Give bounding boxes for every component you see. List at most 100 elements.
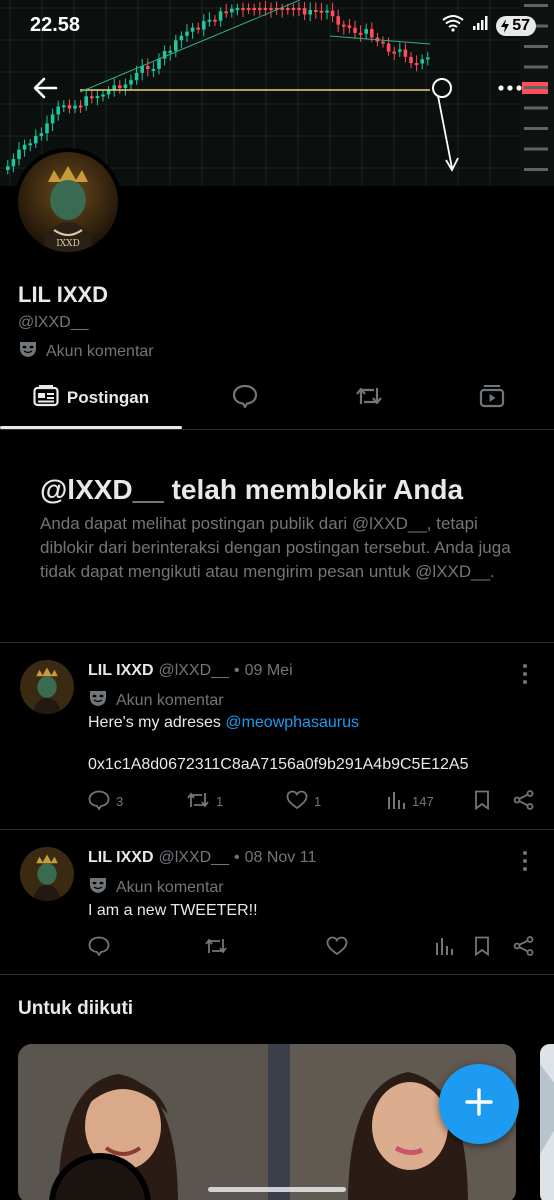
- banner-candle: [67, 105, 72, 109]
- banner-candle: [140, 66, 144, 73]
- like-button[interactable]: 1: [286, 790, 321, 813]
- mention-link[interactable]: @meowphasaurus: [225, 714, 359, 731]
- banner-candle: [56, 106, 60, 115]
- battery-level: 57: [512, 16, 530, 34]
- profile-name: LIL IXXD: [18, 282, 109, 307]
- heart-icon: [286, 790, 308, 813]
- reply-button[interactable]: [88, 936, 110, 959]
- bookmark-button[interactable]: [473, 936, 491, 959]
- suggestion-photo: [18, 1044, 516, 1200]
- tweet-text: Here's my adreses @meowphasaurus: [88, 714, 359, 732]
- like-button[interactable]: [326, 936, 348, 959]
- follow-suggestion-card[interactable]: [18, 1044, 516, 1200]
- banner-candle: [151, 68, 156, 71]
- tweet-avatar[interactable]: [20, 660, 74, 714]
- repost-icon: [355, 384, 383, 413]
- tab-replies[interactable]: [182, 368, 308, 428]
- wifi-icon: [442, 14, 464, 37]
- share-button[interactable]: [513, 936, 535, 959]
- profile-tabs: Postingan: [0, 368, 554, 430]
- status-bar: 22.58 57: [0, 0, 554, 52]
- badge-label: Akun komentar: [46, 342, 154, 360]
- profile-handle: @lXXD__: [18, 314, 89, 331]
- banner-candle: [34, 136, 38, 144]
- repost-button[interactable]: [204, 936, 228, 959]
- reply-count: 3: [116, 794, 124, 809]
- banner-candle: [90, 96, 94, 99]
- banner-candle: [78, 105, 83, 108]
- tweet[interactable]: LIL IXXD @lXXD__ • 09 Mei Akun komentar …: [0, 643, 554, 829]
- mask-icon: [88, 876, 108, 899]
- blocked-title: @lXXD__ telah memblokir Anda: [40, 474, 464, 505]
- profile-avatar[interactable]: IXXD: [14, 148, 122, 256]
- reply-icon: [88, 936, 110, 959]
- heart-icon: [326, 936, 348, 959]
- more-options-icon[interactable]: [496, 78, 524, 98]
- like-count: 1: [314, 794, 322, 809]
- compose-post-button[interactable]: [439, 1064, 519, 1144]
- back-arrow-icon[interactable]: [30, 74, 60, 102]
- banner-axis-tick-label: [524, 147, 548, 151]
- reply-icon: [232, 384, 258, 413]
- banner-axis-tick-label: [524, 106, 548, 110]
- tweet-date[interactable]: 08 Nov 11: [245, 849, 317, 867]
- banner-axis-tick-label: [524, 168, 548, 171]
- share-button[interactable]: [513, 790, 535, 813]
- tweet-more-icon[interactable]: [516, 663, 534, 685]
- svg-text:IXXD: IXXD: [56, 239, 80, 249]
- avatar: IXXD: [18, 152, 118, 252]
- tweet-author-name[interactable]: LIL IXXD: [88, 662, 154, 680]
- signal-icon: [472, 15, 488, 36]
- tab-posts[interactable]: Postingan: [0, 368, 182, 428]
- tweet-author-name[interactable]: LIL IXXD: [88, 849, 154, 867]
- share-icon: [513, 790, 535, 813]
- reply-button[interactable]: 3: [88, 790, 123, 813]
- banner-candle: [414, 63, 419, 66]
- bookmark-icon: [473, 936, 491, 959]
- tweet-actions: 3 1 1 147: [88, 790, 538, 814]
- blocked-description: Anda dapat melihat postingan publik dari…: [40, 514, 511, 581]
- tweet[interactable]: LIL IXXD @lXXD__ • 08 Nov 11 Akun koment…: [0, 830, 554, 974]
- tab-media[interactable]: [430, 368, 554, 428]
- views-button[interactable]: 147: [386, 790, 434, 813]
- home-indicator[interactable]: [208, 1187, 346, 1192]
- banner-axis-tick-label: [524, 86, 548, 89]
- tab-reposts[interactable]: [308, 368, 430, 428]
- follow-suggestion-card-next[interactable]: [540, 1044, 554, 1200]
- banner-candle: [73, 105, 77, 109]
- tweet-text: I am a new TWEETER!!: [88, 902, 258, 919]
- views-button[interactable]: [434, 936, 454, 959]
- battery-icon: 57: [496, 15, 536, 36]
- tweet-more-icon[interactable]: [516, 850, 534, 872]
- status-time: 22.58: [30, 14, 81, 36]
- mask-icon: [18, 340, 38, 363]
- tab-posts-label: Postingan: [66, 388, 150, 407]
- repost-button[interactable]: 1: [186, 790, 223, 813]
- banner-candle: [118, 85, 122, 89]
- media-icon: [479, 384, 505, 413]
- banner-axis-tick-label: [524, 127, 548, 130]
- tweet-badge: Akun komentar: [88, 876, 224, 899]
- bookmark-icon: [473, 790, 491, 813]
- bookmark-button[interactable]: [473, 790, 491, 813]
- tweet-date[interactable]: 09 Mei: [245, 662, 293, 680]
- repost-count: 1: [216, 794, 224, 809]
- reply-icon: [88, 790, 110, 813]
- banner-candle: [22, 144, 27, 150]
- banner-candle: [17, 149, 21, 160]
- banner-candle: [420, 59, 424, 64]
- banner-candle: [123, 84, 128, 89]
- banner-candle: [134, 72, 139, 81]
- posts-icon: [33, 384, 59, 412]
- tweet-author-handle: @lXXD__: [158, 849, 230, 866]
- badge-label: Akun komentar: [116, 691, 224, 709]
- tweet-avatar[interactable]: [20, 847, 74, 901]
- banner-crosshair: [432, 78, 452, 98]
- banner-candle: [39, 133, 44, 137]
- repost-icon: [186, 790, 210, 813]
- banner-candle: [101, 94, 105, 97]
- share-icon: [513, 936, 535, 959]
- tweet-text-line: 0x1c1A8d0672311C8aA7156a0f9b291A4b9C5E12…: [88, 756, 469, 773]
- divider: [0, 974, 554, 975]
- banner-candle: [95, 95, 100, 99]
